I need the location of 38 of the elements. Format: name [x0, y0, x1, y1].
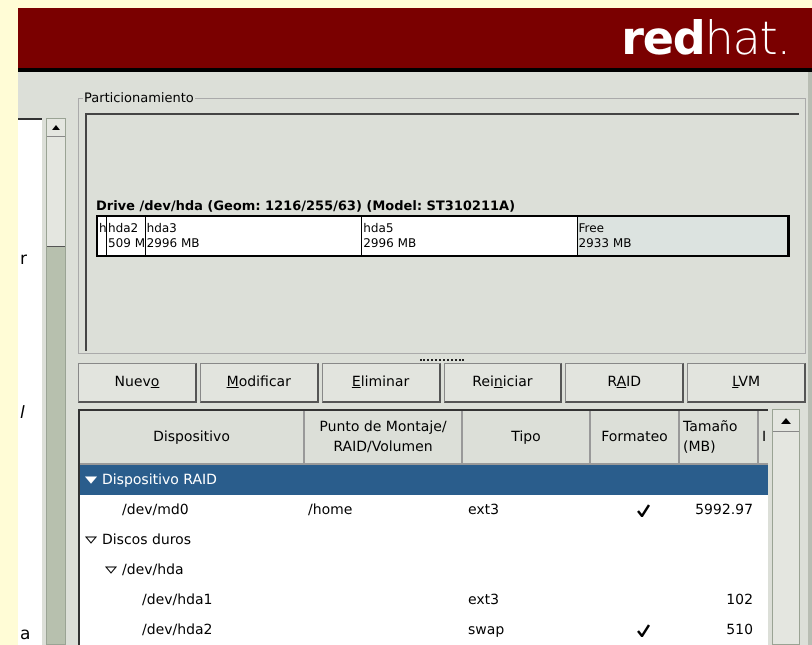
up-arrow-icon — [781, 418, 791, 424]
table-cell: ext3 — [468, 502, 500, 518]
tree-label: Discos duros — [102, 530, 192, 550]
action-button[interactable]: Modificar — [200, 363, 319, 403]
action-button[interactable]: Eliminar — [322, 363, 440, 403]
table-cell: ext3 — [468, 592, 500, 608]
table-row[interactable]: Dispositivo RAID — [80, 465, 768, 495]
tree-label: /dev/hda1 — [142, 590, 212, 610]
logo: redhat. — [621, 15, 790, 61]
action-button[interactable]: LVM — [687, 363, 806, 403]
scroll-up-button[interactable] — [773, 410, 799, 432]
scroll-thumb[interactable] — [773, 432, 799, 644]
drive-label: Drive /dev/hda (Geom: 1216/255/63) (Model: ST310211A) — [96, 199, 516, 215]
partition-segment[interactable]: hda2 509 M — [106, 217, 146, 255]
table-cell: /home — [308, 502, 352, 518]
table-cell: swap — [468, 622, 504, 638]
expander-icon[interactable] — [85, 536, 97, 544]
scroll-up-button[interactable] — [47, 119, 65, 137]
partition-segment[interactable]: hda5 2996 MB — [362, 217, 578, 255]
scroll-thumb[interactable] — [47, 137, 65, 247]
text-fragment: a — [20, 625, 30, 643]
partition-segment[interactable]: hda3 2996 MB — [146, 217, 362, 255]
action-button[interactable]: RAID — [565, 363, 684, 403]
action-button[interactable]: Reiniciar — [444, 363, 562, 403]
tree-label: /dev/hda — [122, 560, 184, 580]
table-cell: 102 — [726, 592, 753, 608]
table-cell: 5992.97 — [695, 502, 753, 518]
table-cell: 510 — [726, 622, 753, 638]
tree-label: /dev/hda2 — [142, 620, 212, 640]
text-fragment: l — [20, 404, 25, 422]
tree-label: Dispositivo RAID — [102, 470, 217, 490]
action-button[interactable]: Nuevo — [78, 363, 197, 403]
text-fragment: r — [20, 250, 27, 268]
expander-icon[interactable] — [105, 566, 117, 574]
partition-segment[interactable]: h — [98, 217, 107, 255]
up-arrow-icon — [52, 125, 60, 130]
partition-segment[interactable]: Free 2933 MB — [578, 217, 788, 255]
tree-label: /dev/md0 — [122, 500, 189, 520]
